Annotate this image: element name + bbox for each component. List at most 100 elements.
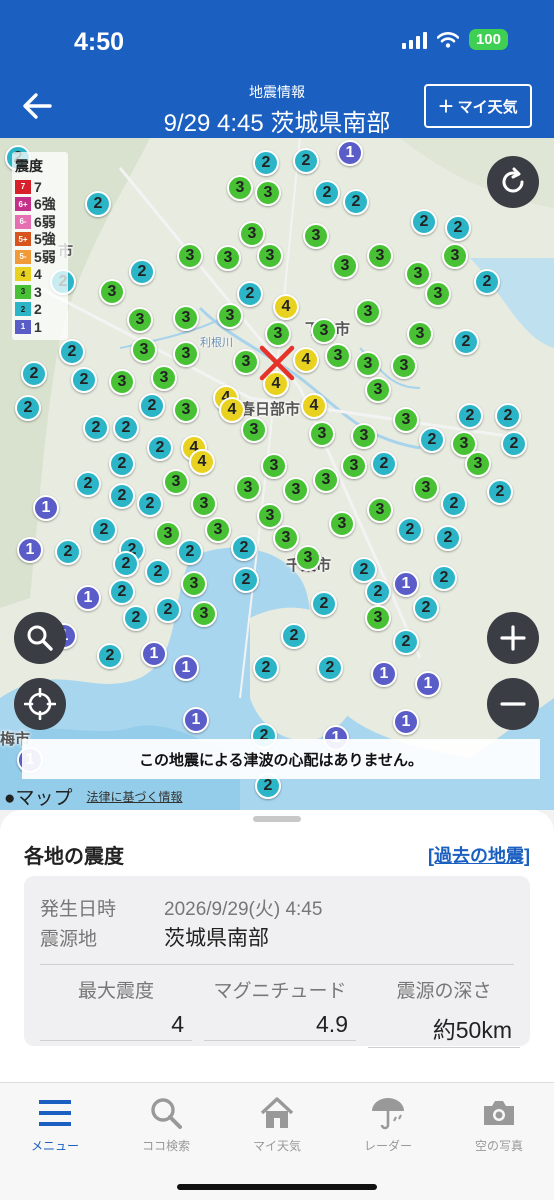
intensity-marker[interactable]: 3: [325, 343, 351, 369]
intensity-marker[interactable]: 3: [227, 175, 253, 201]
intensity-marker[interactable]: 3: [332, 253, 358, 279]
intensity-marker[interactable]: 4: [301, 393, 327, 419]
intensity-marker[interactable]: 4: [293, 347, 319, 373]
intensity-marker[interactable]: 3: [303, 223, 329, 249]
intensity-marker[interactable]: 1: [33, 495, 59, 521]
sheet-handle[interactable]: [253, 816, 301, 822]
add-my-weather-button[interactable]: + マイ天気: [424, 84, 532, 128]
intensity-marker[interactable]: 3: [241, 417, 267, 443]
intensity-marker[interactable]: 3: [233, 349, 259, 375]
intensity-marker[interactable]: 3: [173, 341, 199, 367]
intensity-marker[interactable]: 2: [314, 180, 340, 206]
intensity-marker[interactable]: 2: [474, 269, 500, 295]
intensity-marker[interactable]: 2: [419, 427, 445, 453]
intensity-marker[interactable]: 3: [261, 453, 287, 479]
intensity-marker[interactable]: 3: [442, 243, 468, 269]
past-earthquakes-link[interactable]: [過去の地震]: [428, 842, 530, 868]
intensity-marker[interactable]: 1: [173, 655, 199, 681]
intensity-marker[interactable]: 3: [163, 469, 189, 495]
intensity-marker[interactable]: 3: [393, 407, 419, 433]
refresh-button[interactable]: [487, 156, 539, 208]
intensity-marker[interactable]: 2: [253, 150, 279, 176]
zoom-in-button[interactable]: [487, 612, 539, 664]
intensity-marker[interactable]: 2: [75, 471, 101, 497]
intensity-marker[interactable]: 3: [205, 517, 231, 543]
intensity-marker[interactable]: 2: [109, 483, 135, 509]
intensity-marker[interactable]: 2: [147, 435, 173, 461]
intensity-marker[interactable]: 3: [177, 243, 203, 269]
intensity-marker[interactable]: 1: [17, 537, 43, 563]
intensity-marker[interactable]: 2: [281, 623, 307, 649]
intensity-marker[interactable]: 2: [293, 148, 319, 174]
intensity-marker[interactable]: 3: [155, 521, 181, 547]
intensity-marker[interactable]: 3: [191, 601, 217, 627]
intensity-marker[interactable]: 3: [283, 477, 309, 503]
intensity-marker[interactable]: 2: [487, 479, 513, 505]
intensity-marker[interactable]: 3: [367, 497, 393, 523]
intensity-marker[interactable]: 2: [311, 591, 337, 617]
intensity-marker[interactable]: 3: [309, 421, 335, 447]
intensity-marker[interactable]: 3: [257, 503, 283, 529]
intensity-marker[interactable]: 3: [217, 303, 243, 329]
intensity-marker[interactable]: 3: [173, 305, 199, 331]
intensity-marker[interactable]: 2: [113, 551, 139, 577]
intensity-marker[interactable]: 2: [139, 393, 165, 419]
intensity-marker[interactable]: 3: [235, 475, 261, 501]
nav-radar[interactable]: レーダー: [333, 1093, 443, 1154]
intensity-marker[interactable]: 2: [137, 491, 163, 517]
map-search-button[interactable]: [14, 612, 66, 664]
intensity-marker[interactable]: 2: [83, 415, 109, 441]
intensity-marker[interactable]: 2: [109, 451, 135, 477]
nav-my-weather[interactable]: マイ天気: [222, 1093, 332, 1154]
intensity-marker[interactable]: 1: [415, 671, 441, 697]
intensity-marker[interactable]: 3: [313, 467, 339, 493]
earthquake-map[interactable]: 下妻市 春日部市 千葉市 市 梅市 利根川 212233222222333333…: [0, 138, 554, 810]
intensity-marker[interactable]: 3: [257, 243, 283, 269]
intensity-marker[interactable]: 1: [393, 571, 419, 597]
intensity-marker[interactable]: 4: [189, 449, 215, 475]
nav-sky-photo[interactable]: 空の写真: [444, 1093, 554, 1154]
intensity-marker[interactable]: 4: [273, 294, 299, 320]
intensity-marker[interactable]: 2: [155, 597, 181, 623]
intensity-marker[interactable]: 2: [445, 215, 471, 241]
intensity-marker[interactable]: 3: [99, 279, 125, 305]
intensity-marker[interactable]: 3: [341, 453, 367, 479]
intensity-marker[interactable]: 3: [151, 365, 177, 391]
intensity-marker[interactable]: 3: [295, 545, 321, 571]
intensity-marker[interactable]: 2: [441, 491, 467, 517]
intensity-marker[interactable]: 2: [71, 367, 97, 393]
intensity-marker[interactable]: 3: [365, 377, 391, 403]
intensity-marker[interactable]: 4: [219, 397, 245, 423]
intensity-marker[interactable]: 2: [177, 539, 203, 565]
intensity-marker[interactable]: 3: [191, 491, 217, 517]
intensity-marker[interactable]: 2: [365, 579, 391, 605]
intensity-marker[interactable]: 2: [397, 517, 423, 543]
intensity-marker[interactable]: 3: [425, 281, 451, 307]
intensity-marker[interactable]: 2: [59, 339, 85, 365]
intensity-marker[interactable]: 1: [183, 707, 209, 733]
intensity-marker[interactable]: 3: [351, 423, 377, 449]
intensity-marker[interactable]: 3: [311, 318, 337, 344]
intensity-marker[interactable]: 3: [355, 351, 381, 377]
intensity-marker[interactable]: 3: [407, 321, 433, 347]
intensity-marker[interactable]: 3: [273, 525, 299, 551]
intensity-marker[interactable]: 2: [411, 209, 437, 235]
intensity-marker[interactable]: 1: [393, 709, 419, 735]
intensity-marker[interactable]: 2: [21, 361, 47, 387]
intensity-marker[interactable]: 2: [233, 567, 259, 593]
intensity-marker[interactable]: 2: [123, 605, 149, 631]
intensity-marker[interactable]: 3: [255, 180, 281, 206]
intensity-marker[interactable]: 1: [371, 661, 397, 687]
intensity-marker[interactable]: 3: [365, 605, 391, 631]
intensity-marker[interactable]: 3: [215, 245, 241, 271]
intensity-marker[interactable]: 2: [393, 629, 419, 655]
intensity-marker[interactable]: 3: [173, 397, 199, 423]
intensity-marker[interactable]: 3: [465, 451, 491, 477]
intensity-marker[interactable]: 2: [431, 565, 457, 591]
intensity-marker[interactable]: 3: [405, 261, 431, 287]
intensity-marker[interactable]: 2: [237, 281, 263, 307]
intensity-marker[interactable]: 2: [457, 403, 483, 429]
intensity-marker[interactable]: 3: [109, 369, 135, 395]
nav-search[interactable]: ココ検索: [111, 1093, 221, 1154]
intensity-marker[interactable]: 3: [329, 511, 355, 537]
